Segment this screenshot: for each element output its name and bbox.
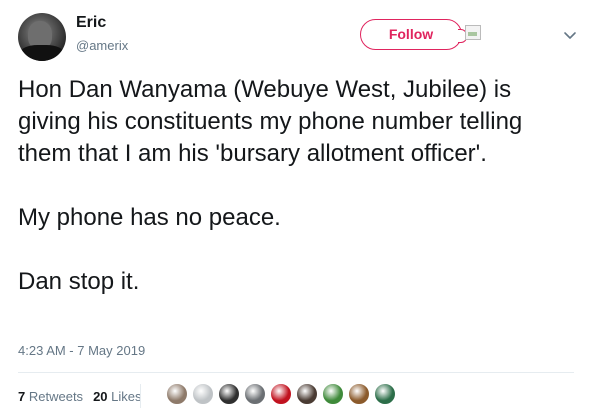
liker-avatar-9[interactable]: [374, 383, 396, 405]
tweet-paragraph: Dan stop it.: [18, 268, 140, 295]
likes-stat[interactable]: 20 Likes: [93, 389, 141, 404]
retweets-label: Retweets: [28, 388, 84, 404]
likes-label: Likes: [111, 388, 142, 404]
liker-avatar-8[interactable]: [348, 383, 370, 405]
tweet-text: Hon Dan Wanyama (Webuye West, Jubilee) i…: [18, 74, 578, 298]
retweets-count: 7: [18, 388, 26, 404]
follow-button[interactable]: Follow: [360, 19, 467, 50]
divider: [18, 372, 574, 373]
stats-separator: [140, 384, 141, 408]
tweet-stats: 7 Retweets 20 Likes: [18, 386, 152, 406]
screen-name[interactable]: @amerix: [76, 38, 128, 53]
liker-avatar-1[interactable]: [166, 383, 188, 405]
tweet-timestamp[interactable]: 4:23 AM - 7 May 2019: [18, 343, 145, 358]
chevron-down-icon[interactable]: [562, 30, 578, 42]
liker-avatar-3[interactable]: [218, 383, 240, 405]
liker-avatar-6[interactable]: [296, 383, 318, 405]
liker-avatar-2[interactable]: [192, 383, 214, 405]
display-name[interactable]: Eric: [76, 14, 106, 32]
retweets-stat[interactable]: 7 Retweets: [18, 389, 83, 404]
liker-avatar-4[interactable]: [244, 383, 266, 405]
liker-avatar-7[interactable]: [322, 383, 344, 405]
tweet-paragraph: My phone has no peace.: [18, 204, 281, 231]
liker-avatars: [166, 383, 400, 409]
likes-count: 20: [93, 388, 108, 404]
avatar-suit: [20, 45, 64, 61]
tweet-paragraph: Hon Dan Wanyama (Webuye West, Jubilee) i…: [18, 76, 523, 167]
user-avatar[interactable]: [18, 13, 66, 61]
broken-image-icon: [465, 25, 481, 40]
liker-avatar-5[interactable]: [270, 383, 292, 405]
tweet-card: Eric @amerix Follow Hon Dan Wanyama (Web…: [0, 0, 590, 416]
